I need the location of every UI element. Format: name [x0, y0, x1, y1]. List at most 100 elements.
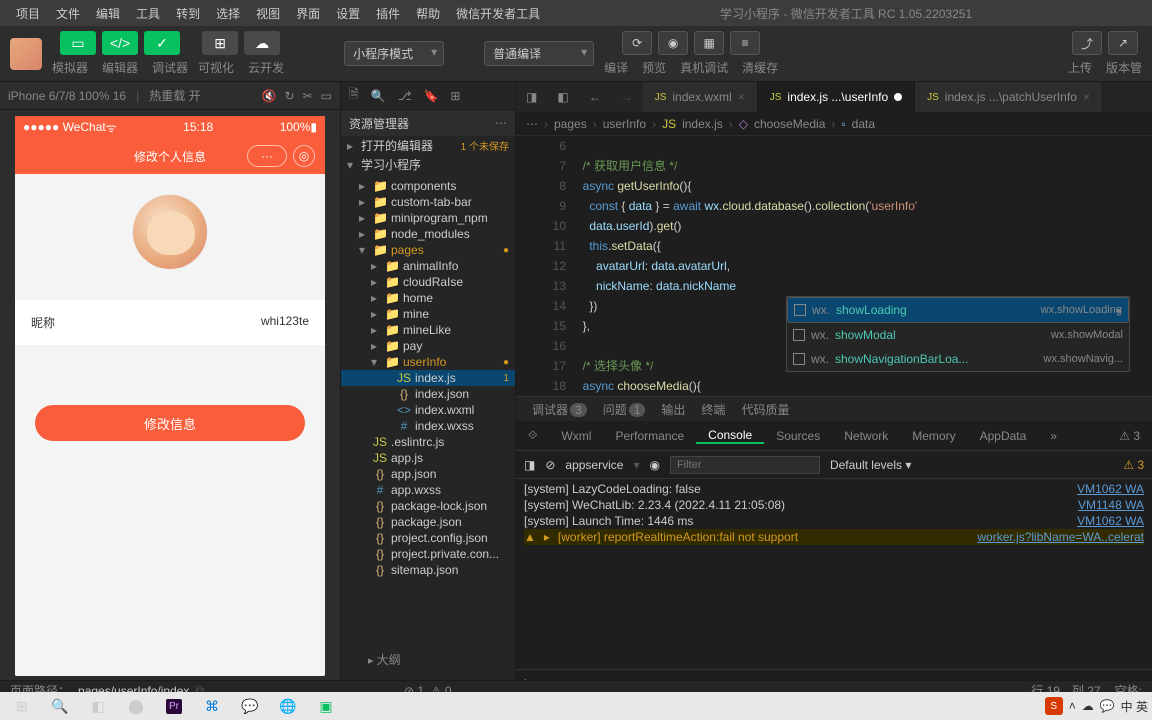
folder-item[interactable]: ▸📁mineLike: [341, 322, 515, 338]
console-context[interactable]: appservice: [565, 458, 623, 472]
visual-toggle[interactable]: ⊞: [202, 31, 238, 55]
menu-item[interactable]: 项目: [8, 7, 48, 21]
editor-toggle[interactable]: </>: [102, 31, 138, 55]
inspect-icon[interactable]: ⟐: [516, 428, 549, 443]
menu-item[interactable]: 插件: [368, 7, 408, 21]
wechat-taskbar-icon[interactable]: 💬: [232, 694, 268, 718]
crumb[interactable]: userInfo: [603, 117, 646, 131]
devtools-tab[interactable]: Network: [832, 429, 900, 443]
debugger-toggle[interactable]: ✓: [144, 31, 180, 55]
menu-item[interactable]: 转到: [168, 7, 208, 21]
wechat-tray-icon[interactable]: 💬: [1100, 699, 1115, 713]
project-root[interactable]: ▾学习小程序: [341, 155, 515, 174]
folder-item[interactable]: ▾📁userInfo●: [341, 354, 515, 370]
console-line[interactable]: [system] WeChatLib: 2.23.4 (2022.4.11 21…: [524, 497, 1144, 513]
folder-item[interactable]: ▸📁home: [341, 290, 515, 306]
file-item[interactable]: {}project.config.json: [341, 530, 515, 546]
warning-count[interactable]: ⚠ 3: [1123, 458, 1144, 472]
crumb[interactable]: index.js: [682, 117, 723, 131]
file-item[interactable]: {}package.json: [341, 514, 515, 530]
panel-tab-problems[interactable]: 问题1: [595, 401, 654, 418]
breadcrumbs[interactable]: ⋯› pages› userInfo› JSindex.js› ◇chooseM…: [516, 112, 1152, 136]
suggestion-item[interactable]: wx.showLoadingwx.showLoading: [787, 297, 1129, 323]
upload-button[interactable]: ⤴: [1072, 31, 1102, 55]
split-left-icon[interactable]: ◨: [516, 90, 547, 104]
devtools-tab[interactable]: Performance: [603, 429, 696, 443]
folder-item[interactable]: ▸📁cloudRaIse: [341, 274, 515, 290]
tray-up-icon[interactable]: ˄: [1069, 699, 1076, 713]
menu-item[interactable]: 帮助: [408, 7, 448, 21]
file-item[interactable]: {}index.json: [341, 386, 515, 402]
panel-tab-output[interactable]: 输出: [653, 401, 693, 418]
devtools-tab[interactable]: Memory: [900, 429, 967, 443]
modify-button[interactable]: 修改信息: [35, 405, 305, 441]
suggestion-popup[interactable]: wx.showLoadingwx.showLoadingwx.showModal…: [786, 296, 1130, 372]
devtools-tab[interactable]: Console: [696, 428, 764, 444]
menu-item[interactable]: 工具: [128, 7, 168, 21]
console-line[interactable]: ▲ ▸ [worker] reportRealtimeAction:fail n…: [524, 529, 1144, 545]
code-editor[interactable]: 678910111213141516171819202122 wx.showLo…: [516, 136, 1152, 396]
search-icon[interactable]: 🔍: [371, 89, 386, 103]
onedrive-icon[interactable]: ☁: [1082, 699, 1094, 713]
file-item[interactable]: <>index.wxml: [341, 402, 515, 418]
start-icon[interactable]: ⊞: [4, 694, 40, 718]
file-item[interactable]: {}package-lock.json: [341, 498, 515, 514]
avatar-image[interactable]: [132, 194, 208, 270]
suggestion-item[interactable]: wx.showNavigationBarLoa...wx.showNavig..…: [787, 347, 1129, 371]
simulator-toggle[interactable]: ▭: [60, 31, 96, 55]
folder-item[interactable]: ▸📁mine: [341, 306, 515, 322]
file-item[interactable]: #index.wxss: [341, 418, 515, 434]
file-item[interactable]: #app.wxss: [341, 482, 515, 498]
capsule-close-icon[interactable]: ◎: [293, 145, 315, 167]
suggestion-item[interactable]: wx.showModalwx.showModal: [787, 323, 1129, 347]
file-item[interactable]: JSindex.js1: [341, 370, 515, 386]
cloud-toggle[interactable]: ☁: [244, 31, 280, 55]
mode-select[interactable]: 小程序模式: [344, 41, 444, 66]
menu-item[interactable]: 选择: [208, 7, 248, 21]
sim-more-icon[interactable]: ▭: [321, 89, 332, 103]
explorer-more-icon[interactable]: ⋯: [495, 116, 507, 130]
bookmark-icon[interactable]: 🔖: [423, 89, 438, 103]
file-item[interactable]: JS.eslintrc.js: [341, 434, 515, 450]
folder-item[interactable]: ▸📁animalInfo: [341, 258, 515, 274]
sogou-icon[interactable]: S: [1045, 697, 1063, 715]
forward-icon[interactable]: →: [611, 90, 643, 104]
menu-item[interactable]: 视图: [248, 7, 288, 21]
clear-cache-button[interactable]: ≡: [730, 31, 760, 55]
files-icon[interactable]: 🗎: [349, 85, 359, 106]
taskbar-search-icon[interactable]: 🔍: [42, 694, 78, 718]
compile-button[interactable]: ⟳: [622, 31, 652, 55]
panel-tab-debugger[interactable]: 调试器3: [524, 401, 595, 418]
folder-item[interactable]: ▸📁components: [341, 178, 515, 194]
sim-sound-icon[interactable]: 🔇: [262, 89, 277, 103]
system-tray[interactable]: S ˄ ☁ 💬 中 英: [1045, 697, 1148, 715]
back-icon[interactable]: ←: [579, 90, 611, 104]
panel-tab-terminal[interactable]: 终端: [693, 401, 733, 418]
remote-debug-button[interactable]: ▦: [694, 31, 724, 55]
outline-section[interactable]: ▸ 大纲: [360, 647, 409, 672]
console-output[interactable]: [system] LazyCodeLoading: falseVM1062 WA…: [516, 479, 1152, 669]
capsule-menu-icon[interactable]: ···: [247, 145, 287, 167]
nickname-row[interactable]: 昵称 whi123te: [15, 300, 325, 345]
console-filter-input[interactable]: [670, 456, 820, 474]
devtools-tab[interactable]: AppData: [968, 429, 1039, 443]
live-expression-icon[interactable]: ◉: [649, 458, 659, 472]
open-editors-section[interactable]: ▸打开的编辑器 1 个未保存: [341, 136, 515, 155]
crumb[interactable]: chooseMedia: [754, 117, 825, 131]
device-label[interactable]: iPhone 6/7/8 100% 16: [8, 89, 126, 103]
crumb[interactable]: data: [852, 117, 875, 131]
devtabs-more-icon[interactable]: »: [1038, 429, 1069, 443]
editor-tab[interactable]: JSindex.wxml×: [643, 82, 758, 112]
file-item[interactable]: {}sitemap.json: [341, 562, 515, 578]
crumb[interactable]: pages: [554, 117, 587, 131]
menu-item[interactable]: 界面: [288, 7, 328, 21]
premiere-icon[interactable]: Pr: [156, 694, 192, 718]
console-line[interactable]: [system] LazyCodeLoading: falseVM1062 WA: [524, 481, 1144, 497]
sim-rotate-icon[interactable]: ↻: [285, 89, 295, 103]
editor-tab[interactable]: JSindex.js ...\patchUserInfo×: [915, 82, 1103, 112]
hot-reload-label[interactable]: 热重载 开: [149, 87, 200, 104]
console-clear-icon[interactable]: ⊘: [545, 458, 555, 472]
menu-item[interactable]: 设置: [328, 7, 368, 21]
folder-item[interactable]: ▸📁miniprogram_npm: [341, 210, 515, 226]
phone-screen[interactable]: ●●●●● WeChatᯤ 15:18 100%▮ 修改个人信息 ··· ◎ 昵…: [15, 116, 325, 676]
